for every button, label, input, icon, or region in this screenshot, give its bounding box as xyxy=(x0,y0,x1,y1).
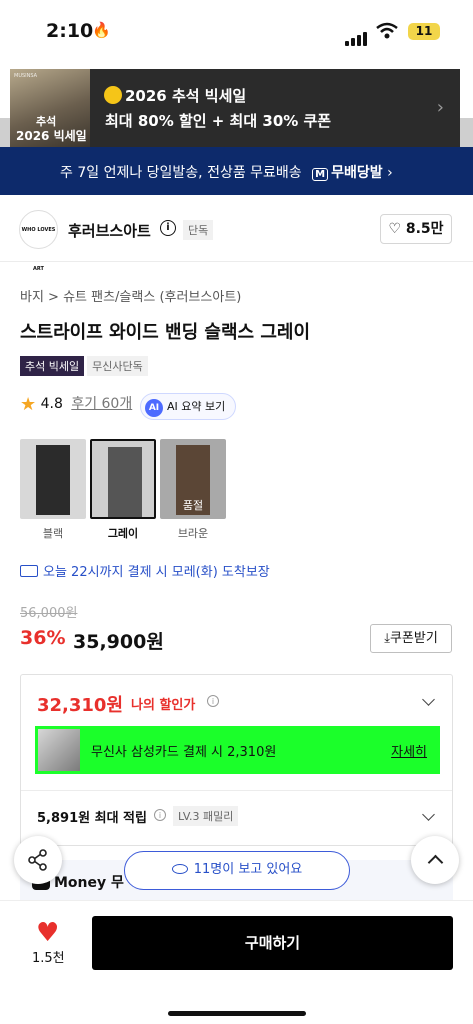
card-image xyxy=(38,729,80,771)
my-discount-label: 나의 할인가 xyxy=(131,698,196,713)
product-title: 스트라이프 와이드 밴딩 슬랙스 그레이 xyxy=(20,322,311,343)
eye-icon xyxy=(171,864,188,874)
shipping-banner[interactable]: 주 7일 언제나 당일발송, 전상품 무료배송 M 무배당발 › xyxy=(0,147,473,195)
bottom-bar: ♥ 1.5천 구매하기 xyxy=(0,900,473,1024)
rating-row: ★ 4.8 후기 60개 xyxy=(20,393,132,415)
viewers-pill: 11명이 보고 있어요 xyxy=(124,851,350,890)
money-text: Money 무 xyxy=(54,875,124,891)
cellular-signal-icon xyxy=(345,27,369,46)
color-swatch-black[interactable] xyxy=(20,439,86,519)
pants-image xyxy=(36,445,70,515)
banner-thumb-small: MUSINSA xyxy=(14,73,38,79)
brand-like-count: 8.5만 xyxy=(405,221,444,237)
flame-icon: 🔥 xyxy=(92,21,111,39)
my-discount-price: 32,310원 xyxy=(37,695,124,716)
pants-image xyxy=(108,447,142,517)
star-icon: ★ xyxy=(20,394,37,415)
battery-indicator: 11 xyxy=(408,23,440,40)
banner-title-row: 2026 추석 빅세일 xyxy=(104,85,246,106)
delivery-guarantee: 오늘 22시까지 결제 시 모레(화) 도착보장 xyxy=(20,561,270,580)
color-label-black: 블랙 xyxy=(42,527,64,540)
coin-icon xyxy=(104,86,122,104)
divider xyxy=(21,790,452,791)
viewers-text: 11명이 보고 있어요 xyxy=(193,862,303,877)
info-icon[interactable]: i xyxy=(160,220,176,236)
original-price: 56,000원 xyxy=(20,606,78,621)
wifi-icon xyxy=(376,22,398,39)
banner-subtitle: 최대 80% 할인 + 최대 30% 쿠폰 xyxy=(105,112,332,130)
rating-value: 4.8 xyxy=(40,396,63,412)
share-button[interactable] xyxy=(14,836,62,884)
status-time: 2:10 xyxy=(46,20,94,42)
heart-outline-icon: ♡ xyxy=(388,221,401,237)
truck-icon xyxy=(20,565,38,577)
like-count: 1.5천 xyxy=(32,951,65,966)
color-label-brown: 브라운 xyxy=(177,527,209,540)
ai-summary-label: AI 요약 보기 xyxy=(167,400,226,413)
brand-like-button[interactable]: ♡ 8.5만 xyxy=(380,214,452,244)
brand-logo[interactable]: WHO LOVES ART xyxy=(19,210,58,272)
coupon-button-label: 쿠폰받기 xyxy=(389,631,438,646)
chevron-down-icon[interactable] xyxy=(422,693,435,706)
tag-exclusive: 무신사단독 xyxy=(87,356,148,376)
max-points: 5,891원 최대 적립 xyxy=(37,811,147,826)
shipping-badge: 무배당발 xyxy=(331,165,383,181)
color-label-gray: 그레이 xyxy=(107,527,139,540)
member-level-badge: LV.3 패밀리 xyxy=(173,806,239,826)
banner-title: 2026 추석 빅세일 xyxy=(125,87,247,105)
chevron-up-icon xyxy=(427,854,444,871)
m-logo-icon: M xyxy=(312,168,329,181)
tag-sale: 추석 빅세일 xyxy=(20,356,85,376)
reviews-link[interactable]: 후기 60개 xyxy=(71,396,132,412)
banner-peek-left xyxy=(0,118,10,147)
discount-rate: 36% xyxy=(20,627,66,649)
heart-filled-icon[interactable]: ♥ xyxy=(36,918,59,948)
buy-button[interactable]: 구매하기 xyxy=(92,916,453,970)
brand-name[interactable]: 후러브스아트 xyxy=(68,220,151,241)
info-icon[interactable]: i xyxy=(154,809,166,821)
product-tags: 추석 빅세일 무신사단독 xyxy=(20,355,148,376)
ai-icon: AI xyxy=(145,399,163,417)
banner-peek-right xyxy=(460,118,473,147)
scroll-top-button[interactable] xyxy=(411,836,459,884)
status-bar: 2:10 🔥 11 xyxy=(0,0,473,62)
chevron-right-icon: › xyxy=(436,97,444,118)
share-icon xyxy=(28,849,47,871)
color-swatch-brown[interactable]: 품절 xyxy=(160,439,226,519)
coupon-button[interactable]: ⤓쿠폰받기 xyxy=(370,624,452,653)
brand-row: WHO LOVES ART 후러브스아트 i 단독 ♡ 8.5만 xyxy=(0,196,473,272)
card-promo-bar[interactable]: 무신사 삼성카드 결제 시 2,310원 자세히 xyxy=(35,726,440,774)
delivery-text: 오늘 22시까지 결제 시 모레(화) 도착보장 xyxy=(43,565,270,580)
card-details-link[interactable]: 자세히 xyxy=(391,741,427,760)
card-promo-text: 무신사 삼성카드 결제 시 2,310원 xyxy=(91,745,277,760)
benefit-box: 32,310원 나의 할인가 i 무신사 삼성카드 결제 시 2,310원 자세… xyxy=(20,674,453,846)
shipping-text: 주 7일 언제나 당일발송, 전상품 무료배송 xyxy=(60,165,302,181)
promo-banner[interactable]: MUSINSA 추석 2026 빅세일 2026 추석 빅세일 최대 80% 할… xyxy=(10,69,460,147)
breadcrumb[interactable]: 바지 > 슈트 팬츠/슬랙스 (후러브스아트) xyxy=(20,286,241,305)
home-indicator xyxy=(168,1011,306,1016)
chevron-right-icon: › xyxy=(387,165,393,181)
info-icon[interactable]: i xyxy=(207,695,219,707)
brand-tag: 단독 xyxy=(183,220,214,240)
color-swatch-gray[interactable] xyxy=(90,439,156,519)
chevron-down-icon[interactable] xyxy=(422,808,435,821)
banner-thumbnail: MUSINSA 추석 2026 빅세일 xyxy=(10,69,90,147)
ai-summary-button[interactable]: AI AI 요약 보기 xyxy=(140,393,237,420)
banner-thumb-subtitle: 2026 빅세일 xyxy=(16,129,87,143)
sale-price: 35,900원 xyxy=(73,631,164,653)
sold-out-label: 품절 xyxy=(182,499,204,512)
